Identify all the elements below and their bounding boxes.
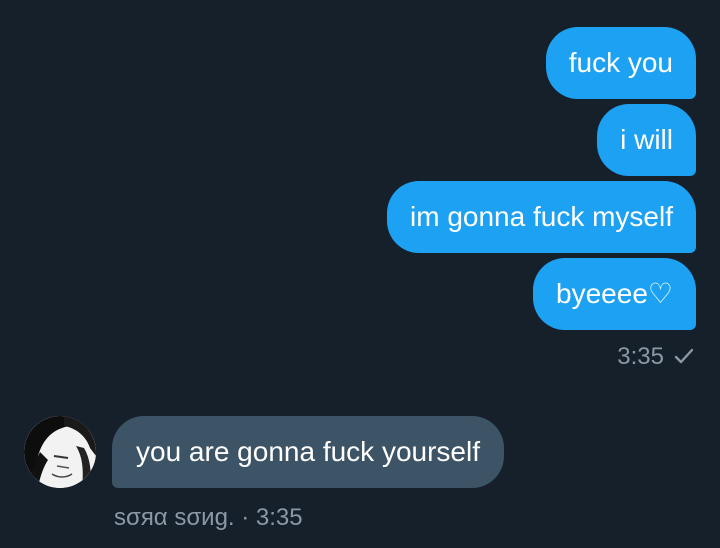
message-bubble-outgoing[interactable]: byeeee♡ (533, 258, 696, 330)
message-text: you are gonna fuck yourself (136, 436, 480, 467)
message-bubble-outgoing[interactable]: fuck you (545, 27, 696, 99)
avatar-image (24, 416, 96, 488)
timestamp-text: 3:35 (617, 343, 664, 370)
message-text: i will (620, 124, 673, 155)
message-text: byeeee♡ (556, 278, 673, 309)
message-text: fuck you (568, 47, 673, 78)
message-text: im gonna fuck myself (410, 201, 673, 232)
message-bubble-outgoing[interactable]: i will (597, 104, 696, 176)
check-icon (674, 348, 694, 364)
conversation-view: fuck you i will im gonna fuck myself bye… (0, 0, 720, 548)
avatar[interactable] (24, 416, 96, 488)
incoming-sender-timestamp: ѕσяα ѕσиg. · 3:35 (114, 504, 303, 531)
message-bubble-outgoing[interactable]: im gonna fuck myself (387, 181, 696, 253)
message-bubble-incoming[interactable]: you are gonna fuck yourself (112, 416, 504, 488)
outgoing-timestamp: 3:35 (617, 343, 694, 371)
